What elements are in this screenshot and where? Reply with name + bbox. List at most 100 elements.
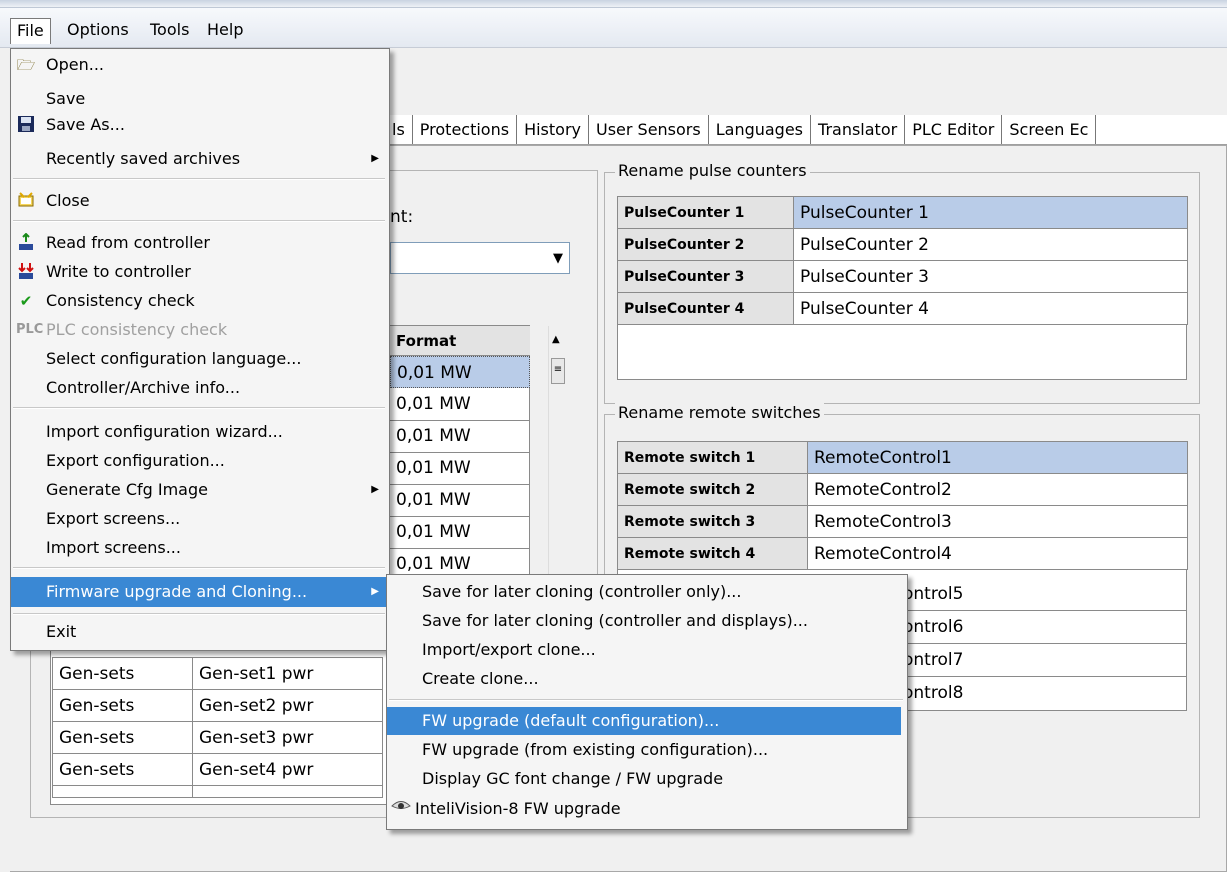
table-row[interactable]: Gen-sets Gen-set4 pwr — [52, 753, 383, 786]
remote-name-input[interactable]: RemoteControl2 — [807, 473, 1188, 506]
table-row[interactable]: PulseCounter 2 PulseCounter 2 — [617, 228, 1188, 261]
menu-help[interactable]: Help — [201, 18, 249, 44]
pulse-name-input[interactable]: PulseCounter 2 — [793, 228, 1188, 261]
firmware-submenu: Save for later cloning (controller only)… — [386, 574, 908, 830]
pulse-name-input[interactable]: PulseCounter 3 — [793, 260, 1188, 293]
table-row[interactable]: Gen-sets Gen-set1 pwr — [52, 657, 383, 690]
submenu-arrow-icon: ▶ — [371, 484, 379, 495]
table-row[interactable]: PulseCounter 4 PulseCounter 4 — [617, 292, 1188, 325]
format-cell[interactable]: 0,01 MW — [390, 484, 530, 517]
name-cell: Gen-set1 pwr — [192, 657, 383, 690]
format-cell[interactable]: 0,01 MW — [390, 356, 530, 388]
menu-item-create-clone[interactable]: Create clone... — [387, 666, 907, 692]
name-cell: Gen-set2 pwr — [192, 689, 383, 722]
close-archive-icon — [16, 191, 36, 211]
menu-item-intelivision[interactable]: InteliVision-8 FW upgrade — [387, 796, 907, 822]
tab-plc-editor[interactable]: PLC Editor — [905, 115, 1003, 144]
name-cell: Gen-set3 pwr — [192, 721, 383, 754]
menu-item-exit[interactable]: Exit — [11, 619, 389, 645]
remote-label: Remote switch 1 — [617, 441, 808, 474]
pulse-name-input[interactable]: PulseCounter 1 — [793, 196, 1188, 229]
remote-name-input[interactable]: ontrol7 — [902, 644, 1187, 677]
menu-item-generate-image[interactable]: Generate Cfg Image ▶ — [11, 477, 389, 503]
menu-tools[interactable]: Tools — [144, 18, 195, 44]
remote-name-input[interactable]: RemoteControl1 — [807, 441, 1188, 474]
remote-name-input[interactable]: RemoteControl3 — [807, 505, 1188, 538]
menu-options[interactable]: Options — [61, 18, 135, 44]
pulse-label: PulseCounter 3 — [617, 260, 794, 293]
menu-item-fw-default[interactable]: FW upgrade (default configuration)... — [387, 707, 901, 735]
menu-item-fw-existing[interactable]: FW upgrade (from existing configuration)… — [387, 737, 907, 763]
menu-bar: File Options Tools Help — [0, 8, 1227, 48]
format-cell[interactable]: 0,01 MW — [390, 548, 530, 574]
menu-item-info[interactable]: Controller/Archive info... — [11, 375, 389, 401]
tab-history[interactable]: History — [517, 115, 589, 144]
menu-item-export-config[interactable]: Export configuration... — [11, 448, 389, 474]
remote-rows-partial: ontrol5 ontrol6 ontrol7 ontrol8 — [902, 578, 1187, 710]
tab-protections[interactable]: Protections — [413, 115, 518, 144]
menu-item-read[interactable]: Read from controller — [11, 230, 389, 256]
table-row[interactable]: Remote switch 2 RemoteControl2 — [617, 473, 1188, 506]
scroll-thumb[interactable]: ≡ — [551, 358, 565, 384]
format-cell[interactable]: 0,01 MW — [390, 420, 530, 453]
table-row[interactable]: Remote switch 4 RemoteControl4 — [617, 537, 1188, 570]
menu-separator — [389, 699, 903, 701]
upload-controller-icon — [16, 262, 36, 282]
group-cell: Gen-sets — [52, 753, 193, 786]
menu-item-firmware[interactable]: Firmware upgrade and Cloning... ▶ — [11, 577, 389, 607]
menu-item-import-export-clone[interactable]: Import/export clone... — [387, 637, 907, 663]
table-row[interactable]: Remote switch 1 RemoteControl1 — [617, 441, 1188, 474]
download-controller-icon — [16, 232, 36, 253]
floppy-disk-icon — [16, 115, 36, 135]
eye-icon — [391, 799, 411, 819]
format-cell[interactable]: 0,01 MW — [390, 516, 530, 549]
format-cell[interactable]: 0,01 MW — [390, 388, 530, 421]
table-row[interactable]: Remote switch 3 RemoteControl3 — [617, 505, 1188, 538]
menu-item-consistency[interactable]: ✔ Consistency check — [11, 288, 389, 314]
menu-item-close[interactable]: Close — [11, 188, 389, 214]
remote-name-input[interactable]: ontrol8 — [902, 677, 1187, 710]
tab-languages[interactable]: Languages — [709, 115, 812, 144]
menu-item-export-screens[interactable]: Export screens... — [11, 506, 389, 532]
tab-screen-editor[interactable]: Screen Ec — [1002, 115, 1097, 144]
menu-item-clone-displays[interactable]: Save for later cloning (controller and d… — [387, 608, 907, 634]
menu-item-recent[interactable]: Recently saved archives ▶ — [11, 146, 389, 172]
menu-separator — [13, 567, 385, 569]
menu-item-save[interactable]: Save — [11, 86, 389, 112]
format-cell[interactable]: 0,01 MW — [390, 452, 530, 485]
scrollbar[interactable]: ▲ ≡ — [548, 326, 566, 586]
plc-check-icon: PLC — [16, 322, 44, 337]
remote-name-input[interactable]: RemoteControl4 — [807, 537, 1188, 570]
menu-item-gc-font[interactable]: Display GC font change / FW upgrade — [387, 766, 907, 792]
name-cell: Gen-set4 pwr — [192, 753, 383, 786]
menu-item-open[interactable]: 🗁 Open... — [11, 52, 389, 78]
table-row[interactable] — [52, 785, 383, 798]
chevron-down-icon[interactable]: ▼ — [553, 251, 563, 266]
menu-item-import-wizard[interactable]: Import configuration wizard... — [11, 419, 389, 445]
table-row[interactable]: PulseCounter 3 PulseCounter 3 — [617, 260, 1188, 293]
pulse-name-input[interactable]: PulseCounter 4 — [793, 292, 1188, 325]
group-cell — [52, 785, 193, 798]
menu-file[interactable]: File — [10, 18, 51, 44]
tab-user-sensors[interactable]: User Sensors — [589, 115, 709, 144]
group-cell: Gen-sets — [52, 657, 193, 690]
remote-name-input[interactable]: ontrol6 — [902, 611, 1187, 644]
menu-item-clone-controller[interactable]: Save for later cloning (controller only)… — [387, 579, 907, 605]
menu-item-write[interactable]: Write to controller — [11, 259, 389, 285]
table-row[interactable]: PulseCounter 1 PulseCounter 1 — [617, 196, 1188, 229]
menu-item-plc-consistency[interactable]: PLC PLC consistency check — [11, 317, 389, 343]
format-header: Format — [390, 326, 530, 356]
file-menu: 🗁 Open... Save Save As... Recently saved … — [10, 48, 390, 651]
menu-item-select-language[interactable]: Select configuration language... — [11, 346, 389, 372]
menu-item-save-as[interactable]: Save As... — [11, 112, 389, 138]
menu-item-import-screens[interactable]: Import screens... — [11, 535, 389, 561]
pulse-counters-title: Rename pulse counters — [615, 161, 810, 180]
source-dropdown[interactable]: ▼ — [390, 242, 570, 274]
table-row[interactable]: Gen-sets Gen-set3 pwr — [52, 721, 383, 754]
tab-strip: ls Protections History User Sensors Lang… — [385, 115, 1227, 145]
scroll-up-icon[interactable]: ▲ — [552, 334, 560, 345]
remote-name-input[interactable]: ontrol5 — [902, 578, 1187, 611]
tab-translator[interactable]: Translator — [811, 115, 906, 144]
table-row[interactable]: Gen-sets Gen-set2 pwr — [52, 689, 383, 722]
name-cell — [192, 785, 383, 798]
